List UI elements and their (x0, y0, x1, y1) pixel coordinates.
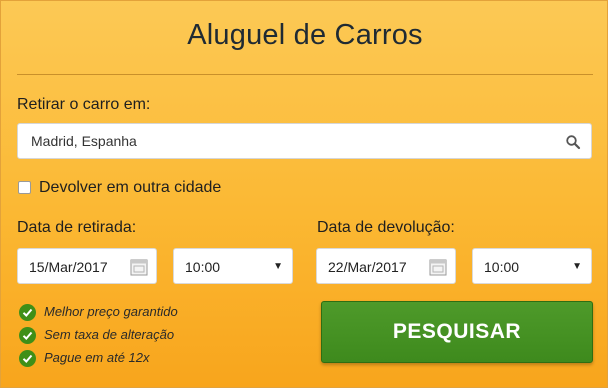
title-divider (17, 74, 593, 75)
pickup-date-value: 15/Mar/2017 (29, 259, 108, 275)
benefit-text: Sem taxa de alteração (44, 327, 175, 342)
check-circle-icon (19, 304, 36, 321)
chevron-down-icon: ▼ (572, 261, 582, 272)
search-icon[interactable] (565, 134, 581, 150)
calendar-icon[interactable] (130, 258, 148, 276)
pickup-time-value: 10:00 (185, 259, 221, 275)
return-time-select[interactable]: 10:00 ▼ (472, 248, 592, 284)
check-circle-icon (19, 327, 36, 344)
check-circle-icon (19, 350, 36, 367)
return-date-value: 22/Mar/2017 (328, 259, 407, 275)
search-button[interactable]: PESQUISAR (321, 301, 593, 363)
pickup-date-field[interactable]: 15/Mar/2017 (17, 248, 157, 284)
pickup-location-input[interactable] (18, 124, 591, 158)
page-title: Aluguel de Carros (187, 19, 423, 51)
return-other-city-label[interactable]: Devolver em outra cidade (39, 179, 221, 197)
pickup-time-select[interactable]: 10:00 ▼ (173, 248, 293, 284)
return-date-field[interactable]: 22/Mar/2017 (316, 248, 456, 284)
pickup-location-label: Retirar o carro em: (17, 96, 151, 113)
calendar-icon[interactable] (429, 258, 447, 276)
chevron-down-icon: ▼ (273, 261, 283, 272)
return-time-value: 10:00 (484, 259, 520, 275)
return-other-city-checkbox[interactable] (18, 181, 31, 194)
benefit-text: Pague em até 12x (44, 350, 150, 365)
return-date-label: Data de devolução: (317, 219, 455, 236)
benefit-text: Melhor preço garantido (44, 304, 178, 319)
car-rental-widget: Aluguel de Carros Retirar o carro em: De… (0, 0, 608, 388)
pickup-location-field[interactable] (17, 123, 592, 159)
pickup-date-label: Data de retirada: (17, 219, 137, 236)
